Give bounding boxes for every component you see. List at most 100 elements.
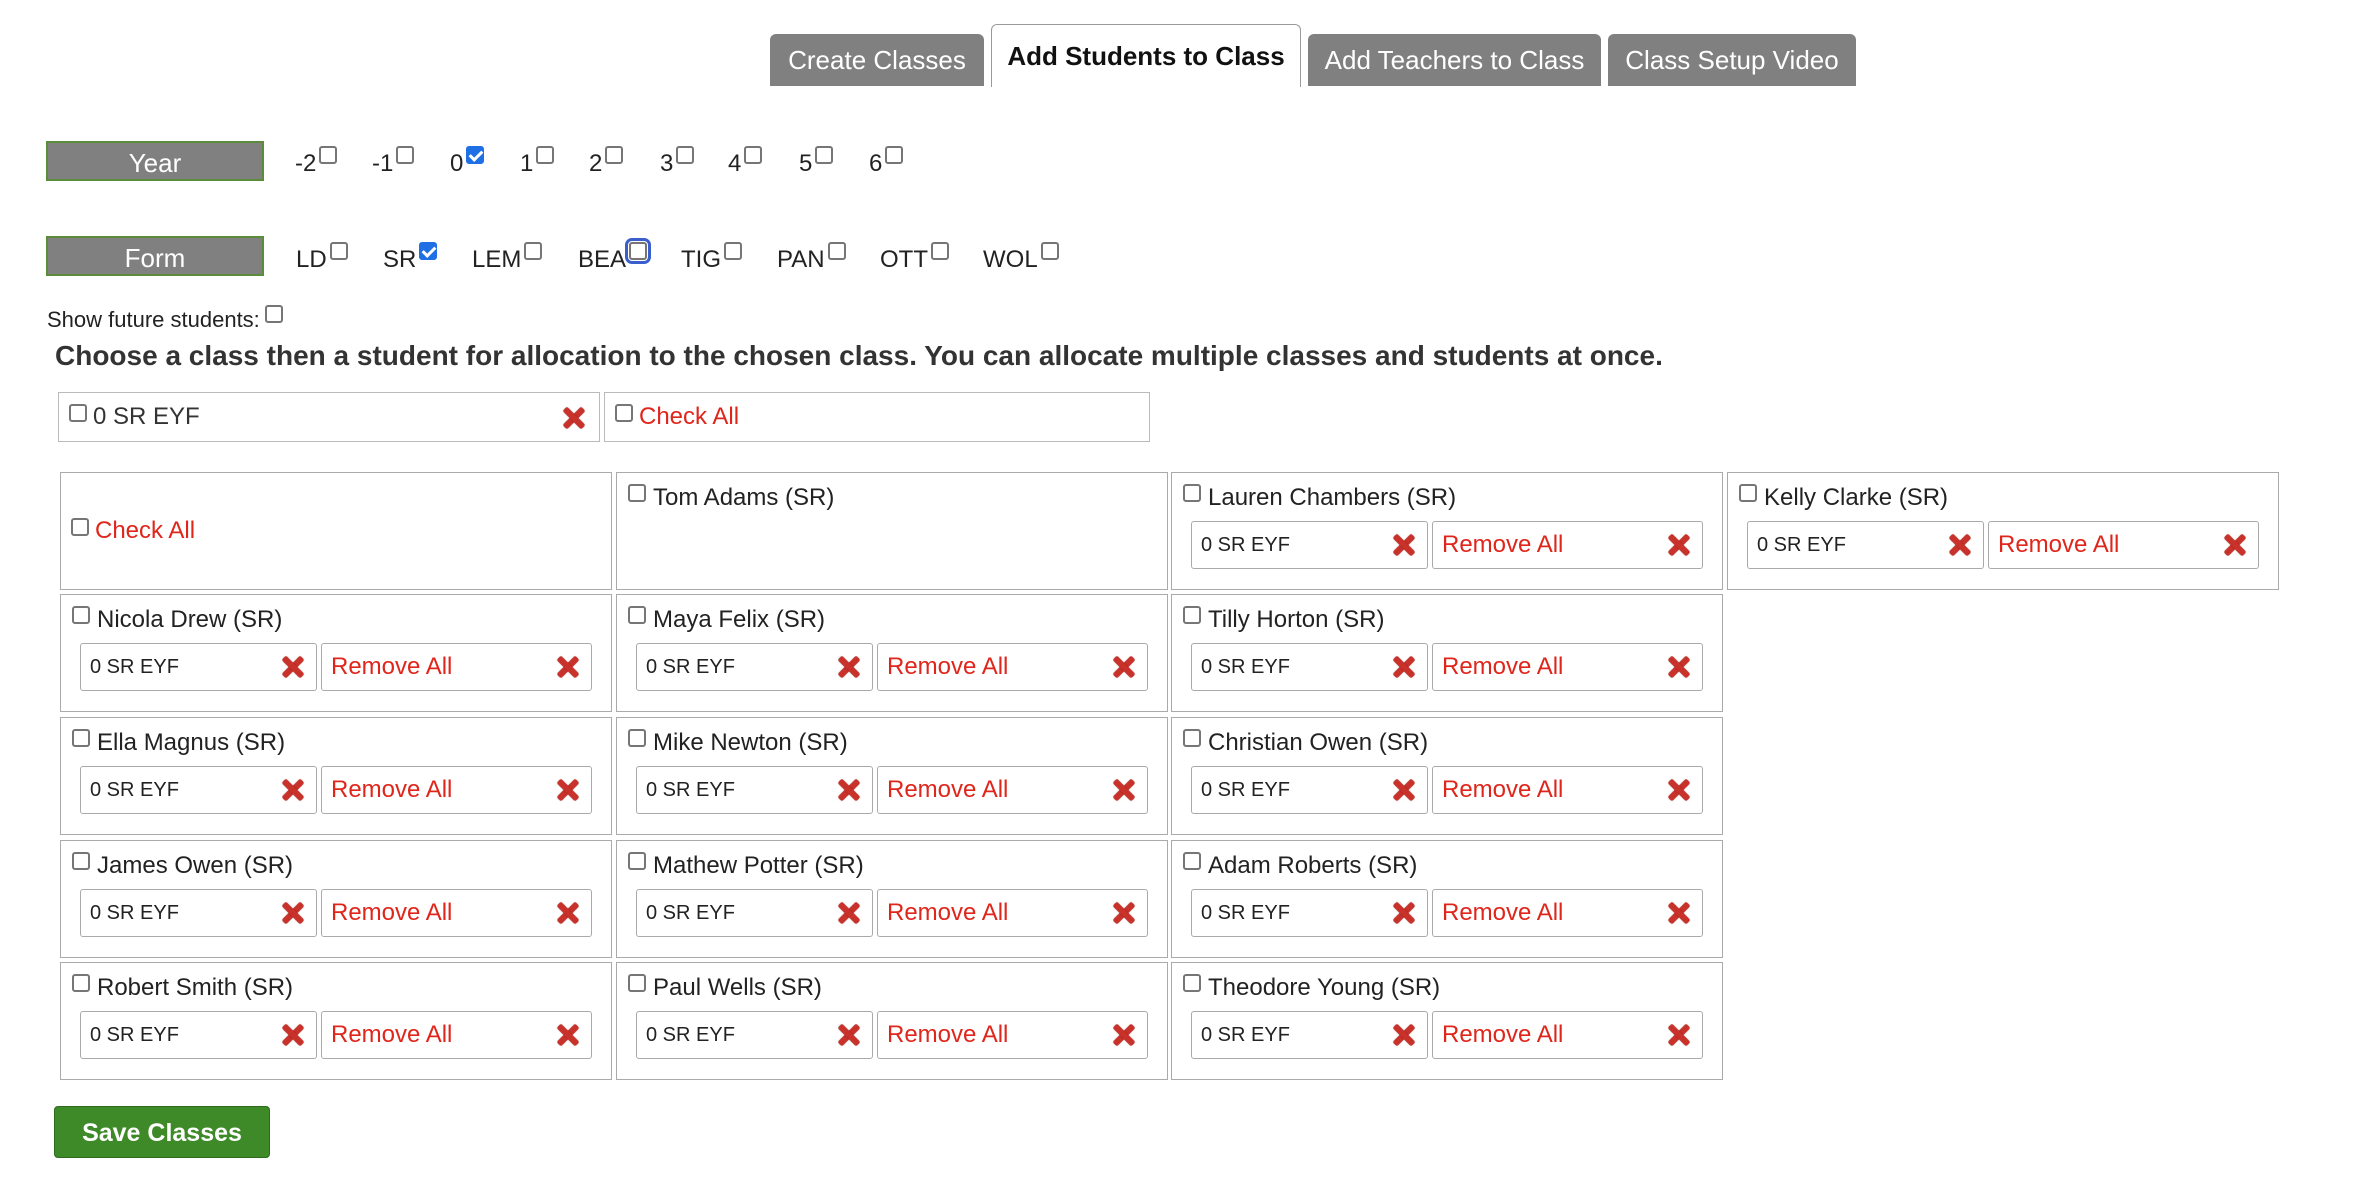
student-card: James Owen (SR) 0 SR EYF Remove All [60,840,612,958]
year-option-checkbox[interactable] [885,146,904,164]
remove-class-icon[interactable] [1391,654,1417,680]
remove-all-icon[interactable] [1111,1022,1137,1048]
remove-all-icon[interactable] [1666,532,1692,558]
remove-all-icon[interactable] [1666,900,1692,926]
student-checkbox[interactable] [1183,729,1201,747]
remove-all-label: Remove All [887,899,1009,926]
remove-all-icon[interactable] [1111,777,1137,803]
student-checkbox[interactable] [1739,484,1757,502]
student-name-row: James Owen (SR) [72,852,293,880]
student-class-tag: 0 SR EYF [80,889,317,937]
tab-add-students[interactable]: Add Students to Class [991,24,1301,87]
form-filter-label: Form [46,236,264,276]
remove-all-icon[interactable] [1666,1022,1692,1048]
year-option-checkbox[interactable] [605,146,624,164]
student-class-tag: 0 SR EYF [1191,643,1428,691]
remove-class-icon[interactable] [280,900,306,926]
chosen-class-checkbox[interactable] [69,404,87,422]
student-name: Ella Magnus (SR) [97,729,286,756]
student-checkbox[interactable] [72,729,90,747]
form-option-checkbox[interactable] [827,242,846,260]
form-option-checkbox[interactable] [1040,242,1059,260]
remove-class-icon[interactable] [1391,777,1417,803]
class-check-all-box: Check All [604,392,1150,442]
remove-class-icon[interactable] [280,777,306,803]
class-check-all-checkbox[interactable] [615,404,633,422]
remove-all-icon[interactable] [1111,900,1137,926]
remove-class-icon[interactable] [836,900,862,926]
remove-class-icon[interactable] [1391,1022,1417,1048]
student-class-tag: 0 SR EYF [636,889,873,937]
student-name-row: Mike Newton (SR) [628,729,848,757]
remove-class-icon[interactable] [836,777,862,803]
remove-all-label: Remove All [331,899,453,926]
tab-create-classes[interactable]: Create Classes [770,34,984,86]
remove-all-icon[interactable] [1111,654,1137,680]
student-card: Kelly Clarke (SR) 0 SR EYF Remove All [1727,472,2279,590]
year-option-checkbox[interactable] [396,146,415,164]
remove-all-icon[interactable] [555,1022,581,1048]
form-option-checkbox[interactable] [329,242,348,260]
show-future-students-checkbox[interactable] [264,305,283,323]
remove-all-icon[interactable] [555,900,581,926]
student-checkbox[interactable] [628,974,646,992]
students-check-all-checkbox[interactable] [71,518,89,536]
form-option-label: LD [296,246,327,273]
student-checkbox[interactable] [628,484,646,502]
remove-all-icon[interactable] [2222,532,2248,558]
year-option-checkbox[interactable] [815,146,834,164]
student-name: James Owen (SR) [97,852,294,879]
remove-all-icon[interactable] [1666,777,1692,803]
year-option-checkbox[interactable] [744,146,763,164]
save-classes-button[interactable]: Save Classes [54,1106,270,1158]
student-card: Christian Owen (SR) 0 SR EYF Remove All [1171,717,1723,835]
remove-all-icon[interactable] [1666,654,1692,680]
form-option-checkbox[interactable] [931,242,949,260]
remove-class-icon[interactable] [836,654,862,680]
student-card: Theodore Young (SR) 0 SR EYF Remove All [1171,962,1723,1080]
student-class-tag: 0 SR EYF [80,1011,317,1059]
tab-class-setup-video[interactable]: Class Setup Video [1608,34,1856,86]
remove-class-icon[interactable] [1947,532,1973,558]
remove-class-icon[interactable] [561,405,587,431]
student-checkbox[interactable] [1183,484,1201,502]
remove-all-tag: Remove All [877,643,1148,691]
remove-class-icon[interactable] [280,654,306,680]
student-checkbox[interactable] [72,974,90,992]
student-checkbox[interactable] [1183,852,1201,870]
student-class-label: 0 SR EYF [1201,533,1290,556]
remove-all-icon[interactable] [555,777,581,803]
student-checkbox[interactable] [72,852,90,870]
student-checkbox[interactable] [628,852,646,870]
student-checkbox[interactable] [72,606,90,624]
year-option-checkbox[interactable] [676,146,695,164]
year-option-checkbox[interactable] [319,146,338,164]
form-option: LEM [472,242,543,274]
form-option: SR [383,242,438,274]
remove-class-icon[interactable] [836,1022,862,1048]
form-option-checkbox[interactable] [419,242,438,260]
remove-all-tag: Remove All [1432,766,1703,814]
student-name-row: Christian Owen (SR) [1183,729,1428,757]
remove-all-icon[interactable] [555,654,581,680]
form-option-checkbox[interactable] [524,242,543,260]
student-checkbox[interactable] [628,606,646,624]
form-option: PAN [777,242,846,274]
remove-all-label: Remove All [887,1021,1009,1048]
year-option-checkbox[interactable] [536,146,555,164]
remove-class-icon[interactable] [280,1022,306,1048]
year-option-checkbox[interactable] [466,146,485,164]
student-checkbox[interactable] [1183,606,1201,624]
remove-class-icon[interactable] [1391,900,1417,926]
remove-all-tag: Remove All [877,766,1148,814]
form-option-checkbox[interactable] [625,238,652,264]
student-checkbox[interactable] [1183,974,1201,992]
student-name: Maya Felix (SR) [653,606,826,633]
remove-class-icon[interactable] [1391,532,1417,558]
tab-add-teachers[interactable]: Add Teachers to Class [1308,34,1601,86]
student-checkbox[interactable] [628,729,646,747]
remove-all-label: Remove All [1442,531,1564,558]
year-option: 3 [660,146,695,178]
remove-all-tag: Remove All [321,889,592,937]
form-option-checkbox[interactable] [724,242,742,260]
